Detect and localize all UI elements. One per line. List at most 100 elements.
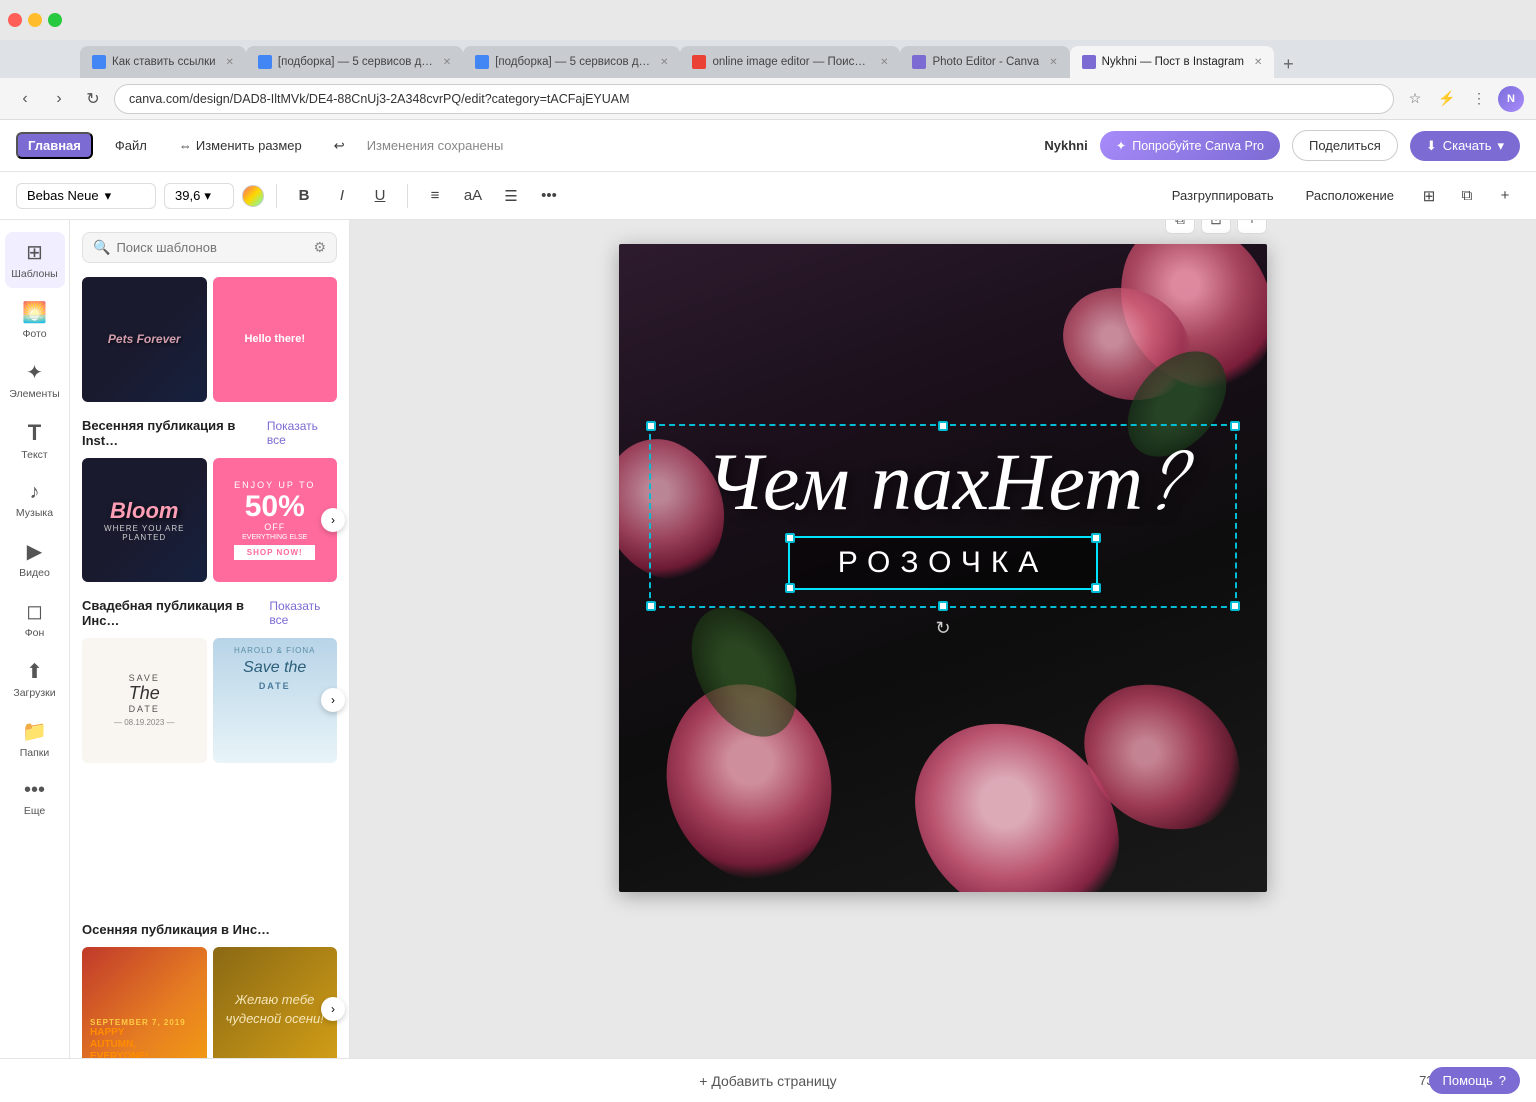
tab-close-6[interactable]: ✕ [1254,57,1262,68]
canva-body: ⊞ Шаблоны 🌅 Фото ✦ Элементы T Текст ♪ Му… [0,220,1536,1058]
rotate-handle[interactable]: ↻ [649,618,1237,639]
font-size-selector[interactable]: 39,6 ▾ [164,183,234,209]
sub-text-container[interactable]: РОЗОЧКА [659,536,1227,590]
tab-close-3[interactable]: ✕ [660,57,668,68]
italic-button[interactable]: I [327,181,357,211]
url-box[interactable]: canva.com/design/DAD8-IltMVk/DE4-88CnUj3… [114,84,1394,114]
spring-template-2[interactable]: ENJOY UP TO 50% OFF EVERYTHING ELSE SHOP… [213,458,338,583]
wedding-show-all-link[interactable]: Показать все [269,599,337,627]
sidebar-item-video[interactable]: ▶ Видео [5,531,65,587]
sub-handle-tr[interactable] [1091,533,1101,543]
canvas-main-text[interactable]: Чем пахНет? [659,442,1227,524]
wedding-scroll-arrow[interactable]: › [321,688,345,712]
list-button[interactable]: ☰ [496,181,526,211]
wedding-template-1[interactable]: SAVE The DATE — 08.19.2023 — [82,638,207,763]
back-button[interactable]: ‹ [12,86,38,112]
search-input[interactable] [116,240,307,255]
featured-template-1[interactable]: Pets Forever [82,277,207,402]
bold-button[interactable]: B [289,181,319,211]
tab-4[interactable]: online image editor — Поиск в… ✕ [680,46,900,78]
add-page-button[interactable]: + Добавить страницу [683,1065,852,1097]
close-window-button[interactable] [8,13,22,27]
profile-avatar[interactable]: N [1498,86,1524,112]
share-button[interactable]: Поделиться [1292,130,1398,161]
maximize-window-button[interactable] [48,13,62,27]
canvas-copy-button[interactable]: ⧉ [1165,220,1195,234]
font-selector[interactable]: Bebas Neue ▾ [16,183,156,209]
tab-5[interactable]: Photo Editor - Canva ✕ [900,46,1069,78]
case-button[interactable]: aA [458,181,488,211]
grid-view-button[interactable]: ⊞ [1414,181,1444,211]
handle-bm[interactable] [938,601,948,611]
tab-close-4[interactable]: ✕ [880,57,888,68]
tab-3[interactable]: [подборка] — 5 сервисов д… ✕ [463,46,680,78]
canva-pro-button[interactable]: ✦ Попробуйте Canva Pro [1100,131,1280,160]
align-button[interactable]: ≡ [420,181,450,211]
canvas-frame[interactable]: Чем пахНет? РОЗОЧКА [619,244,1267,892]
handle-tm[interactable] [938,421,948,431]
sidebar-item-background[interactable]: ◻ Фон [5,591,65,647]
canvas-area[interactable]: ⧉ ⊡ + [350,220,1536,1058]
underline-button[interactable]: U [365,181,395,211]
autumn-template-1[interactable]: SEPTEMBER 7, 2019 HAPPY AUTUMN, EVERYONE… [82,947,207,1058]
sidebar-item-elements[interactable]: ✦ Элементы [5,352,65,408]
help-button[interactable]: Помощь ? [1429,1067,1520,1094]
sidebar-item-folders[interactable]: 📁 Папки [5,711,65,767]
selection-box[interactable]: Чем пахНет? РОЗОЧКА [649,424,1237,608]
forward-button[interactable]: › [46,86,72,112]
address-bar: ‹ › ↻ canva.com/design/DAD8-IltMVk/DE4-8… [0,78,1536,120]
settings-icon[interactable]: ⋮ [1466,86,1492,112]
tab-6[interactable]: Nykhni — Пост в Instagram ✕ [1070,46,1275,78]
rotate-icon[interactable]: ↻ [935,618,950,638]
tab-1[interactable]: Как ставить ссылки ✕ [80,46,246,78]
tab-close-2[interactable]: ✕ [443,57,451,68]
refresh-button[interactable]: ↻ [80,86,106,112]
autumn-template-2[interactable]: Желаю тебечудесной осени! [213,947,338,1058]
arrange-button[interactable]: Расположение [1294,183,1406,208]
minimize-window-button[interactable] [28,13,42,27]
sub-text-box[interactable]: РОЗОЧКА [788,536,1099,590]
tab-favicon-4 [692,55,706,69]
autumn-scroll-arrow[interactable]: › [321,997,345,1021]
tab-close-5[interactable]: ✕ [1049,57,1057,68]
copy-button[interactable]: ⧉ [1452,181,1482,211]
handle-tl[interactable] [646,421,656,431]
undo-button[interactable]: ↩ [324,132,355,160]
resize-button[interactable]: ⇔ Изменить размер [169,132,312,159]
tab-close-1[interactable]: ✕ [226,57,234,68]
sidebar-item-photos[interactable]: 🌅 Фото [5,292,65,348]
ungroup-button[interactable]: Разгруппировать [1160,183,1286,208]
download-button[interactable]: ⬇ Скачать ▾ [1410,131,1520,161]
bookmark-icon[interactable]: ☆ [1402,86,1428,112]
extensions-icon[interactable]: ⚡ [1434,86,1460,112]
featured-template-2[interactable]: Hello there! [213,277,338,402]
canvas-duplicate-button[interactable]: ⊡ [1201,220,1231,234]
new-tab-button[interactable]: + [1274,50,1302,78]
file-button[interactable]: Файл [105,132,157,159]
add-element-button[interactable]: + [1490,181,1520,211]
sub-handle-bl[interactable] [785,583,795,593]
handle-br[interactable] [1230,601,1240,611]
sidebar-item-text[interactable]: T Текст [5,412,65,469]
sidebar-item-more[interactable]: ••• Еще [5,771,65,825]
sidebar-item-music[interactable]: ♪ Музыка [5,473,65,527]
sidebar-item-templates[interactable]: ⊞ Шаблоны [5,232,65,288]
sidebar-item-uploads[interactable]: ⬆ Загрузки [5,651,65,707]
canvas-add-button[interactable]: + [1237,220,1267,234]
more-options-button[interactable]: ••• [534,181,564,211]
text-color-picker[interactable] [242,185,264,207]
home-button[interactable]: Главная [16,132,93,159]
sub-handle-br[interactable] [1091,583,1101,593]
sub-handle-tl[interactable] [785,533,795,543]
canvas-sub-text[interactable]: РОЗОЧКА [838,546,1049,580]
handle-tr[interactable] [1230,421,1240,431]
wedding-template-2[interactable]: HAROLD & FIONA Save the DATE [213,638,338,763]
handle-bl[interactable] [646,601,656,611]
search-box[interactable]: 🔍 ⚙ [82,232,337,263]
spring-scroll-arrow[interactable]: › [321,508,345,532]
spring-template-1[interactable]: Bloom WHERE YOU ARE PLANTED [82,458,207,583]
tab-2[interactable]: [подборка] — 5 сервисов д… ✕ [246,46,463,78]
filter-icon[interactable]: ⚙ [313,239,326,256]
sidebar-music-label: Музыка [16,507,53,519]
spring-show-all-link[interactable]: Показать все [267,419,337,447]
